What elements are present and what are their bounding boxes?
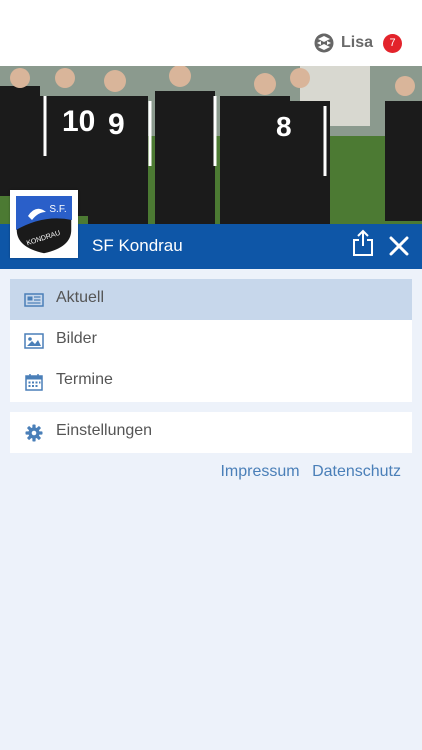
user-profile[interactable]: Lisa 7 bbox=[314, 33, 402, 53]
impressum-link[interactable]: Impressum bbox=[220, 463, 299, 480]
top-bar: Lisa 7 bbox=[0, 0, 422, 66]
svg-text:10: 10 bbox=[62, 105, 95, 138]
logo-text-top: S.F. bbox=[49, 204, 66, 215]
share-icon[interactable] bbox=[351, 229, 375, 257]
menu-item-bilder[interactable]: Bilder bbox=[10, 320, 412, 361]
footer-links: Impressum Datenschutz bbox=[212, 463, 401, 481]
club-name: SF Kondrau bbox=[92, 236, 183, 255]
notification-badge[interactable]: 7 bbox=[383, 33, 402, 53]
gear-icon bbox=[25, 424, 43, 442]
user-name[interactable]: Lisa bbox=[341, 34, 373, 52]
image-icon bbox=[24, 333, 44, 349]
menu-item-termine[interactable]: Termine bbox=[10, 361, 412, 402]
menu-label-bilder: Bilder bbox=[56, 330, 97, 347]
menu-item-aktuell[interactable]: Aktuell bbox=[10, 279, 412, 320]
network-logo-icon bbox=[314, 33, 334, 53]
menu-label-einstellungen: Einstellungen bbox=[56, 422, 153, 439]
svg-text:8: 8 bbox=[276, 111, 292, 142]
calendar-icon bbox=[25, 374, 43, 391]
close-icon[interactable] bbox=[388, 235, 410, 257]
menu-label-aktuell: Aktuell bbox=[56, 289, 105, 306]
newspaper-icon bbox=[24, 293, 44, 307]
menu-item-einstellungen[interactable]: Einstellungen bbox=[10, 412, 412, 453]
menu-label-termine: Termine bbox=[56, 371, 113, 388]
club-logo: S.F. KONDRAU bbox=[10, 190, 78, 258]
main-menu: Aktuell Bilder Termine bbox=[10, 279, 412, 402]
svg-text:9: 9 bbox=[108, 108, 125, 141]
settings-menu: Einstellungen bbox=[10, 412, 412, 453]
datenschutz-link[interactable]: Datenschutz bbox=[312, 463, 401, 480]
